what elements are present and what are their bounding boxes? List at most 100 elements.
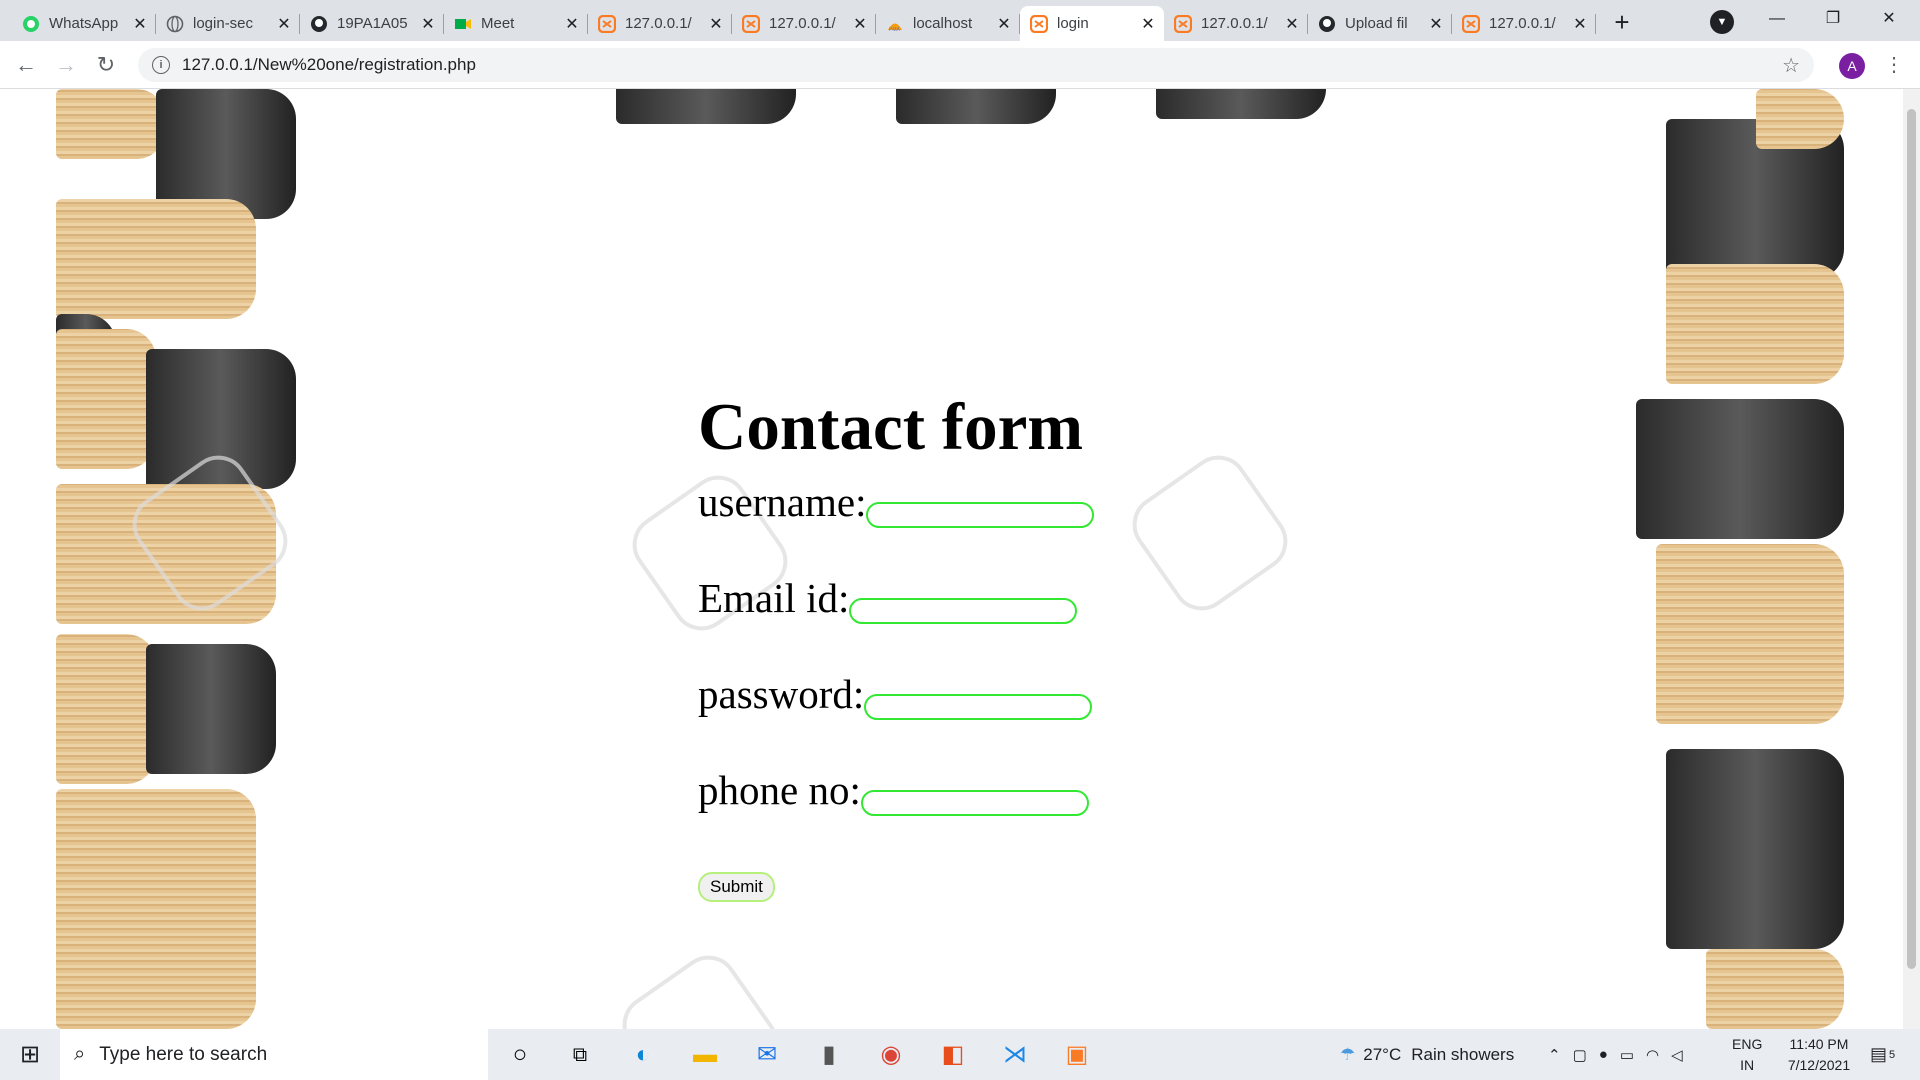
- battery-icon[interactable]: ▭: [1620, 1046, 1634, 1064]
- clock-date: 7/12/2021: [1787, 1056, 1851, 1073]
- scrollbar-thumb[interactable]: [1907, 109, 1916, 969]
- book-pages: [1656, 544, 1844, 724]
- tab-search-button[interactable]: ▼: [1710, 10, 1734, 34]
- tab-close-icon[interactable]: ✕: [420, 14, 436, 34]
- tab-3[interactable]: Meet ✕: [444, 6, 588, 41]
- forward-button[interactable]: →: [50, 49, 82, 81]
- clock[interactable]: 11:40 PM 7/12/2021: [1776, 1029, 1862, 1080]
- book-pages: [56, 329, 156, 469]
- tab-title: localhost: [913, 15, 973, 32]
- notification-count: 5: [1889, 1048, 1896, 1061]
- search-placeholder: Type here to search: [99, 1043, 268, 1065]
- tab-10[interactable]: 127.0.0.1/ ✕: [1452, 6, 1596, 41]
- tab-7[interactable]: login ✕: [1020, 6, 1164, 41]
- language-bottom: IN: [1740, 1056, 1755, 1073]
- password-label: password:: [698, 671, 865, 717]
- address-bar[interactable]: i 127.0.0.1/New%20one/registration.php ☆: [138, 48, 1814, 82]
- file-explorer-icon[interactable]: ▬: [685, 1037, 725, 1073]
- tab-close-icon[interactable]: ✕: [1284, 14, 1300, 34]
- system-tray: ⌃ ▢ ● ▭ ◠ ◁: [1548, 1029, 1683, 1080]
- weather-text: Rain showers: [1411, 1044, 1515, 1064]
- whatsapp-icon: [22, 15, 40, 33]
- tab-9[interactable]: Upload fil ✕: [1308, 6, 1452, 41]
- page-scrollbar[interactable]: [1903, 89, 1920, 1029]
- device-icon[interactable]: ▢: [1573, 1046, 1587, 1064]
- xampp-icon: [1462, 14, 1480, 33]
- tab-close-icon[interactable]: ✕: [852, 14, 868, 34]
- chrome-icon[interactable]: ◉: [871, 1037, 911, 1073]
- back-button[interactable]: ←: [10, 49, 42, 81]
- vscode-icon[interactable]: ⋊: [995, 1037, 1035, 1073]
- tab-title: 127.0.0.1/: [1489, 15, 1556, 32]
- reload-button[interactable]: ↻: [90, 49, 122, 81]
- tab-close-icon[interactable]: ✕: [564, 14, 580, 34]
- email-field[interactable]: [849, 598, 1078, 624]
- book-cover: [146, 644, 276, 774]
- browser-menu-icon[interactable]: ⋮: [1884, 49, 1904, 81]
- microphone-app-icon[interactable]: ▮: [809, 1037, 849, 1073]
- tab-1[interactable]: login-sec ✕: [156, 6, 300, 41]
- tab-5[interactable]: 127.0.0.1/ ✕: [732, 6, 876, 41]
- microphone-icon[interactable]: ●: [1599, 1046, 1608, 1063]
- book-pages: [56, 634, 156, 784]
- globe-icon: [166, 15, 184, 33]
- tab-close-icon[interactable]: ✕: [132, 14, 148, 34]
- site-info-icon[interactable]: i: [152, 56, 170, 74]
- tab-title: 127.0.0.1/: [1201, 15, 1268, 32]
- password-field[interactable]: [864, 694, 1093, 720]
- svg-text:PMA: PMA: [889, 27, 901, 33]
- language-top: ENG: [1732, 1035, 1763, 1052]
- email-row: Email id:: [698, 526, 1094, 624]
- restore-button[interactable]: ❐: [1810, 4, 1856, 34]
- wifi-icon[interactable]: ◠: [1646, 1046, 1659, 1064]
- submit-button[interactable]: Submit: [698, 872, 775, 902]
- tab-close-icon[interactable]: ✕: [1572, 14, 1588, 34]
- close-window-button[interactable]: ✕: [1866, 4, 1912, 34]
- tab-4[interactable]: 127.0.0.1/ ✕: [588, 6, 732, 41]
- windows-start-icon[interactable]: ⊞: [10, 1037, 50, 1073]
- phone-field[interactable]: [860, 790, 1089, 816]
- book-pages: [56, 789, 256, 1029]
- volume-icon[interactable]: ◁: [1671, 1046, 1683, 1064]
- xampp-icon[interactable]: ▣: [1057, 1037, 1097, 1073]
- tab-close-icon[interactable]: ✕: [1140, 14, 1156, 34]
- tab-separator: [1595, 14, 1596, 34]
- xampp-icon: [598, 14, 616, 33]
- task-view-icon[interactable]: ⧉: [560, 1037, 600, 1073]
- notification-center-icon[interactable]: ▤ 5: [1870, 1029, 1895, 1080]
- office-icon[interactable]: ◧: [933, 1037, 973, 1073]
- tab-close-icon[interactable]: ✕: [996, 14, 1012, 34]
- tab-6[interactable]: PMA localhost ✕: [876, 6, 1020, 41]
- show-hidden-icons-icon[interactable]: ⌃: [1548, 1046, 1561, 1064]
- tab-close-icon[interactable]: ✕: [276, 14, 292, 34]
- search-icon: ⌕: [74, 1043, 86, 1065]
- url-text[interactable]: 127.0.0.1/New%20one/registration.php: [182, 55, 1782, 75]
- username-field[interactable]: [866, 502, 1095, 528]
- xampp-icon: [742, 14, 760, 33]
- book-pages: [56, 89, 166, 159]
- book-pages: [1756, 89, 1844, 149]
- browser-toolbar: ← → ↻ i 127.0.0.1/New%20one/registration…: [0, 41, 1920, 89]
- xampp-icon: [1030, 14, 1048, 33]
- tab-close-icon[interactable]: ✕: [1428, 14, 1444, 34]
- mail-icon[interactable]: ✉: [747, 1037, 787, 1073]
- profile-avatar[interactable]: A: [1839, 53, 1865, 79]
- new-tab-button[interactable]: +: [1608, 9, 1636, 37]
- rain-cloud-icon: ☂: [1340, 1044, 1356, 1064]
- tab-2[interactable]: 19PA1A05 ✕: [300, 6, 444, 41]
- username-label: username:: [698, 479, 867, 525]
- page-title: Contact form: [698, 390, 1084, 464]
- tab-close-icon[interactable]: ✕: [708, 14, 724, 34]
- book-cover: [1666, 749, 1844, 949]
- book-cover: [1636, 399, 1844, 539]
- language-indicator[interactable]: ENG IN: [1732, 1029, 1762, 1080]
- edge-icon[interactable]: ◐: [623, 1037, 663, 1073]
- taskbar-search-box[interactable]: ⌕ Type here to search: [60, 1029, 488, 1080]
- tab-strip: + ▼ — ❐ ✕ WhatsApp ✕ login-sec ✕ 19PA1A05 ✕ Me…: [0, 0, 1920, 41]
- bookmark-star-icon[interactable]: ☆: [1782, 53, 1800, 78]
- tab-8[interactable]: 127.0.0.1/ ✕: [1164, 6, 1308, 41]
- tab-0[interactable]: WhatsApp ✕: [12, 6, 156, 41]
- cortana-icon[interactable]: ○: [500, 1037, 540, 1073]
- weather-widget[interactable]: ☂ 27°C Rain showers: [1340, 1029, 1514, 1080]
- minimize-button[interactable]: —: [1754, 4, 1800, 34]
